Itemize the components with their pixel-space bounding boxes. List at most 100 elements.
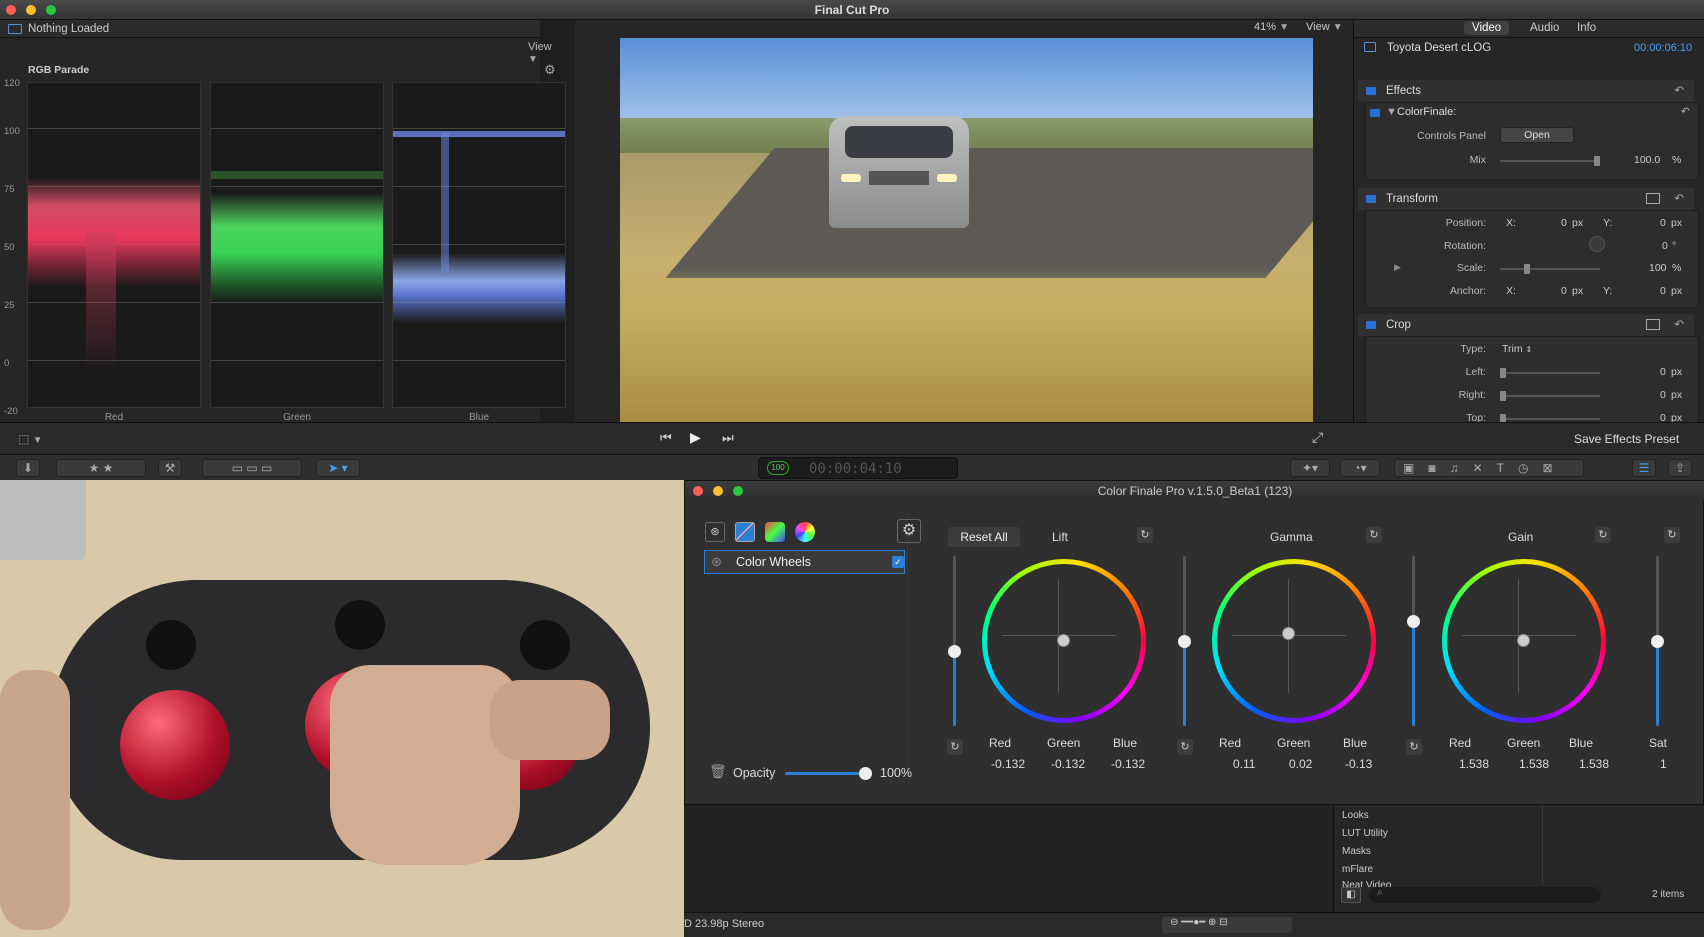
viewer-zoom-menu[interactable]: 41% ▼ <box>1254 21 1289 33</box>
mix-slider[interactable] <box>1500 160 1600 162</box>
mix-slider-knob[interactable] <box>1594 156 1600 166</box>
open-button[interactable]: Open <box>1500 127 1574 143</box>
reset-icon[interactable]: ↶ <box>1674 80 1684 102</box>
lift-puck[interactable] <box>1057 634 1070 647</box>
crop-right-value[interactable]: 0 <box>1660 389 1666 401</box>
gamma-luma-reset-icon[interactable]: ↻ <box>1177 739 1193 755</box>
sat-value[interactable]: 1 <box>1660 757 1667 771</box>
viewer-view-menu[interactable]: View ▼ <box>1306 21 1343 33</box>
close-window-button[interactable] <box>6 5 16 15</box>
library-item-looks[interactable]: Looks <box>1342 810 1369 821</box>
gain-color-wheel[interactable] <box>1442 559 1606 723</box>
crop-enable-checkbox[interactable] <box>1366 321 1376 329</box>
anchor-y-value[interactable]: 0 <box>1660 285 1666 297</box>
disclosure-triangle-icon[interactable]: ▶ <box>1394 262 1401 273</box>
effects-enable-checkbox[interactable] <box>1366 87 1376 95</box>
enhance-icon[interactable]: ✦▾ <box>1290 459 1330 477</box>
gain-green-value[interactable]: 1.538 <box>1519 757 1549 771</box>
lift-reset-icon[interactable]: ↻ <box>1137 527 1153 543</box>
library-item-mflare[interactable]: mFlare <box>1342 864 1373 875</box>
crop-top-slider[interactable] <box>1500 418 1600 420</box>
retime-icon[interactable]: ◔▾ <box>1340 459 1380 477</box>
fullscreen-icon[interactable]: ⤢ <box>1312 429 1323 446</box>
zoom-window-button[interactable] <box>46 5 56 15</box>
timecode-display[interactable]: 100 00:00:04:10 <box>758 457 958 479</box>
crop-type-select[interactable]: Trim ⇕ <box>1502 343 1532 355</box>
library-item-neat-video[interactable]: Neat Video <box>1342 880 1391 887</box>
opacity-slider-knob[interactable] <box>859 767 872 780</box>
color-wheels-tool-icon[interactable]: ⊛ <box>705 522 725 542</box>
scope-layout-icon[interactable]: ⬚ ▼ <box>18 432 43 446</box>
opacity-value[interactable]: 100% <box>880 766 912 780</box>
effects-section-header[interactable]: Effects ↶ <box>1358 80 1694 102</box>
gamma-green-value[interactable]: 0.02 <box>1289 757 1312 771</box>
opacity-slider[interactable] <box>785 772 861 775</box>
layer-item[interactable]: ⊛ Color Wheels ✓ <box>704 550 905 574</box>
transform-enable-checkbox[interactable] <box>1366 195 1376 203</box>
import-icon[interactable]: ⬇ <box>16 459 40 477</box>
crop-right-knob[interactable] <box>1500 391 1506 401</box>
crop-right-slider[interactable] <box>1500 395 1600 397</box>
crop-left-slider[interactable] <box>1500 372 1600 374</box>
sidebar-toggle-icon[interactable]: ◧ <box>1341 887 1361 903</box>
gain-luma-knob[interactable] <box>1407 615 1420 628</box>
lift-blue-value[interactable]: -0.132 <box>1111 757 1145 771</box>
mix-value[interactable]: 100.0 <box>1634 154 1660 166</box>
library-item-masks[interactable]: Masks <box>1342 846 1371 857</box>
search-input[interactable]: ⌕ <box>1369 887 1601 903</box>
library-item-lut-utility[interactable]: LUT Utility <box>1342 828 1388 839</box>
crop-left-knob[interactable] <box>1500 368 1506 378</box>
share-icon[interactable]: ⇪ <box>1668 459 1692 477</box>
tab-audio[interactable]: Audio <box>1530 22 1559 34</box>
gamma-luma-knob[interactable] <box>1178 635 1191 648</box>
gamma-blue-value[interactable]: -0.13 <box>1345 757 1372 771</box>
gain-puck[interactable] <box>1517 634 1530 647</box>
next-frame-icon[interactable]: ⏭ <box>722 430 734 446</box>
gamma-puck[interactable] <box>1282 627 1295 640</box>
play-icon[interactable]: ▶ <box>690 429 701 446</box>
select-tool-icon[interactable]: ➤ ▾ <box>316 459 360 477</box>
timeline-zoom-control[interactable]: ⊖ ━━●━ ⊕ ⊟ <box>1162 917 1292 933</box>
sat-knob[interactable] <box>1651 635 1664 648</box>
position-x-value[interactable]: 0 <box>1561 217 1567 229</box>
reset-icon[interactable]: ↶ <box>1674 314 1684 336</box>
scale-slider[interactable] <box>1500 268 1600 270</box>
transform-section-header[interactable]: Transform ↶ <box>1358 188 1694 210</box>
lut-cube-icon[interactable] <box>765 522 785 542</box>
gain-luma-reset-icon[interactable]: ↻ <box>1406 739 1422 755</box>
gear-icon[interactable]: ⚙ <box>897 519 921 543</box>
gamma-reset-icon[interactable]: ↻ <box>1366 527 1382 543</box>
crop-left-value[interactable]: 0 <box>1660 366 1666 378</box>
crop-onscreen-icon[interactable] <box>1646 319 1660 330</box>
anchor-x-value[interactable]: 0 <box>1561 285 1567 297</box>
scale-slider-knob[interactable] <box>1524 264 1530 274</box>
gain-reset-icon[interactable]: ↻ <box>1595 527 1611 543</box>
rotation-value[interactable]: 0 <box>1662 240 1668 252</box>
gamma-color-wheel[interactable] <box>1212 559 1376 723</box>
crop-section-header[interactable]: Crop ↶ <box>1358 314 1694 336</box>
transform-onscreen-icon[interactable] <box>1646 193 1660 204</box>
reset-icon[interactable]: ↶ <box>1674 188 1684 210</box>
save-effects-preset-button[interactable]: Save Effects Preset <box>1574 432 1679 446</box>
lift-color-wheel[interactable] <box>982 559 1146 723</box>
lift-luma-reset-icon[interactable]: ↻ <box>947 739 963 755</box>
lift-red-value[interactable]: -0.132 <box>991 757 1025 771</box>
media-browser-icons[interactable]: ▣◙♫✕T◷⊠ <box>1394 459 1584 477</box>
scale-value[interactable]: 100 <box>1649 262 1667 274</box>
tab-video[interactable]: Video <box>1464 21 1510 35</box>
gain-red-value[interactable]: 1.538 <box>1459 757 1489 771</box>
edit-buttons[interactable]: ▭ ▭ ▭ <box>202 459 302 477</box>
hue-wheel-icon[interactable] <box>795 522 815 542</box>
lift-luma-knob[interactable] <box>948 645 961 658</box>
minimize-window-button[interactable] <box>713 486 723 496</box>
minimize-window-button[interactable] <box>26 5 36 15</box>
position-y-value[interactable]: 0 <box>1660 217 1666 229</box>
tab-info[interactable]: Info <box>1577 22 1596 34</box>
close-window-button[interactable] <box>693 486 703 496</box>
trash-icon[interactable]: 🗑 <box>709 763 727 780</box>
previous-frame-icon[interactable]: ⏮ <box>660 430 672 446</box>
zoom-window-button[interactable] <box>733 486 743 496</box>
lift-green-value[interactable]: -0.132 <box>1051 757 1085 771</box>
curves-tool-icon[interactable] <box>735 522 755 542</box>
tools-icon[interactable]: ⚒ <box>158 459 182 477</box>
